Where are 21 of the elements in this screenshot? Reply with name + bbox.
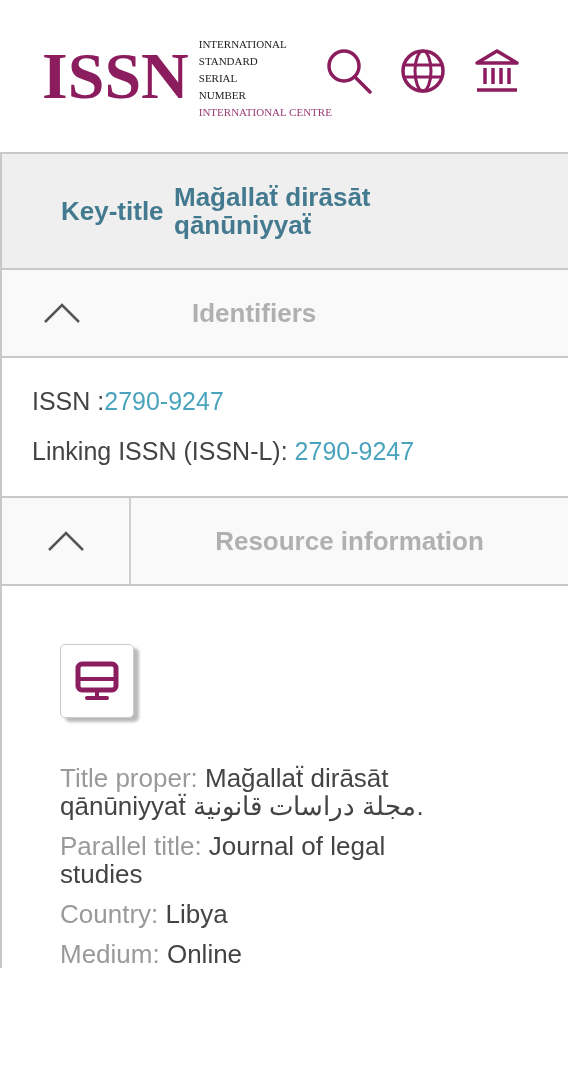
chevron-icon	[46, 530, 85, 552]
globe-icon[interactable]	[399, 48, 446, 94]
logo-text: SERIAL	[198, 70, 239, 86]
field-line: Linking ISSN (ISSN-L): 2790-9247	[32, 436, 416, 467]
search-icon[interactable]	[325, 48, 372, 94]
key-title-value: Mağallaẗ dirāsāt qānūniyyaẗ	[174, 183, 372, 239]
key-title-label: Key-title	[61, 196, 164, 226]
logo-text: INTERNATIONAL	[198, 36, 288, 52]
institution-icon[interactable]	[473, 48, 520, 94]
logo-text: NUMBER	[198, 87, 247, 103]
field-line: Country: Libya	[60, 900, 229, 928]
monitor-icon	[75, 661, 119, 701]
field-line: Medium: Online	[60, 940, 244, 968]
field-line: Parallel title: Journal of legal studies	[60, 832, 387, 888]
logo-text: STANDARD	[198, 53, 259, 69]
logo-subtitle: INTERNATIONAL CENTRE	[198, 104, 332, 120]
section-title: Identifiers	[192, 297, 317, 329]
field-line: ISSN :2790-9247	[32, 386, 225, 417]
section-title: Resource information	[215, 525, 484, 557]
logo-mark: ISSN	[42, 38, 189, 114]
chevron-icon	[43, 302, 81, 324]
